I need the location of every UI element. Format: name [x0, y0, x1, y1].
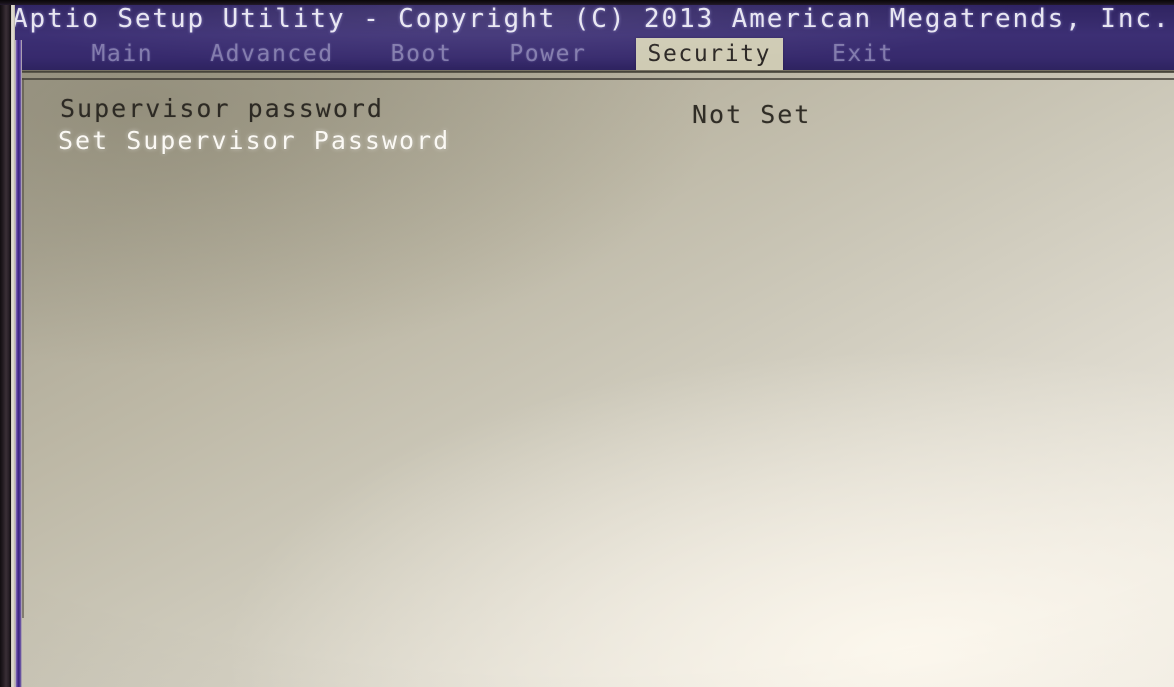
panel-inner-left-border: [22, 78, 24, 618]
tab-boot[interactable]: Boot: [391, 38, 453, 70]
menu-tab-bar: Main Advanced Boot Power Security Exit: [0, 38, 1174, 70]
bios-header: Aptio Setup Utility - Copyright (C) 2013…: [0, 0, 1174, 70]
monitor-bezel-left: [0, 0, 11, 687]
tab-spacer-4: [602, 38, 620, 70]
bios-setup-screen: Aptio Setup Utility - Copyright (C) 2013…: [0, 0, 1174, 687]
panel-left-violet-rule: [15, 40, 22, 687]
tab-power[interactable]: Power: [509, 38, 586, 70]
tab-main[interactable]: Main: [91, 38, 153, 70]
setting-value-supervisor-password: Not Set: [692, 100, 812, 129]
tab-exit[interactable]: Exit: [832, 38, 894, 70]
panel-top-frame: [0, 70, 1174, 73]
settings-panel: [0, 70, 1174, 687]
tab-spacer-5: [799, 38, 817, 70]
tab-spacer-1: [169, 38, 195, 70]
setting-label-supervisor-password: Supervisor password: [60, 94, 384, 123]
tab-spacer-3: [468, 38, 494, 70]
setting-action-set-supervisor-password[interactable]: Set Supervisor Password: [58, 128, 450, 153]
tab-advanced[interactable]: Advanced: [210, 38, 334, 70]
tab-spacer-2: [349, 38, 375, 70]
tab-security[interactable]: Security: [635, 38, 784, 70]
monitor-bezel-left-glow: [11, 0, 15, 687]
utility-title: Aptio Setup Utility - Copyright (C) 2013…: [12, 4, 1171, 34]
monitor-bezel-top: [0, 0, 1174, 5]
panel-inner-top-border: [22, 78, 1174, 80]
